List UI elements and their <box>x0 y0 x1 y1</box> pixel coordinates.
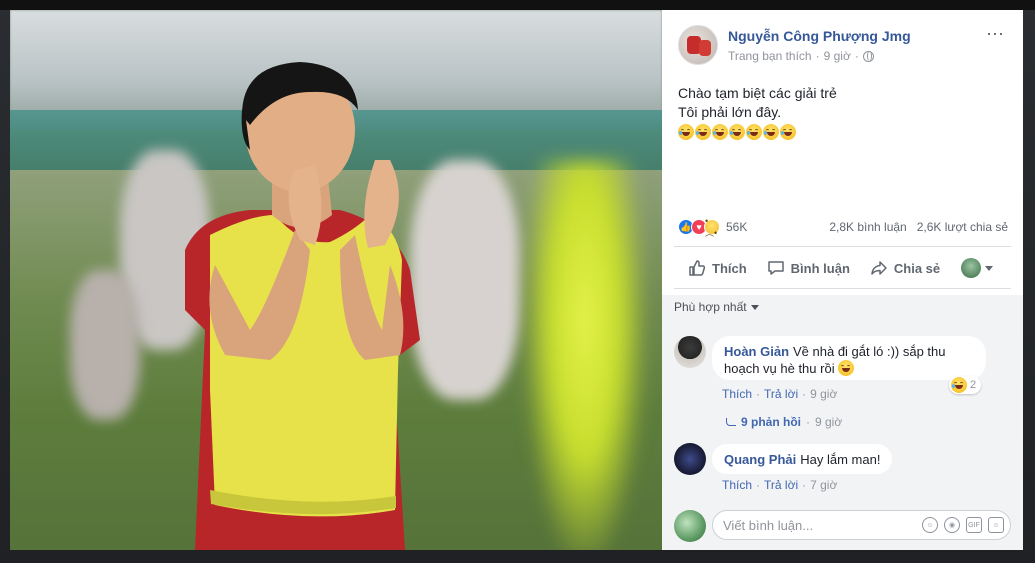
emoji-row <box>678 124 1008 140</box>
share-icon <box>871 261 887 275</box>
top-strip <box>0 0 1035 10</box>
comment-actions: Thích · Trả lời · 9 giờ <box>722 387 837 401</box>
reactions-summary[interactable]: 👍 ♥ •︵• 56K <box>678 216 747 238</box>
comment-actions: Thích · Trả lời · 7 giờ <box>722 478 837 492</box>
post-photo[interactable] <box>10 10 662 550</box>
laughing-tears-emoji-icon <box>780 124 796 140</box>
player-figure <box>185 62 420 550</box>
like-button[interactable]: Thích <box>688 259 747 277</box>
thumbs-up-icon <box>689 260 706 276</box>
share-button[interactable]: Chia sẻ <box>870 259 940 277</box>
comment-time[interactable]: 7 giờ <box>810 478 837 492</box>
laughing-tears-emoji-icon <box>729 124 745 140</box>
comment-sort[interactable]: Phù hợp nhất <box>674 300 759 314</box>
view-replies-link[interactable]: 9 phản hồi · 9 giờ <box>726 415 842 429</box>
stats-right: 2,8K bình luận 2,6K lượt chia sẻ <box>829 220 1008 234</box>
commenter-avatar[interactable] <box>674 336 706 368</box>
post-panel: Nguyễn Công Phượng Jmg Trang bạn thích ·… <box>662 10 1023 550</box>
comment-like-link[interactable]: Thích <box>722 387 752 401</box>
avatar-figure <box>699 40 711 56</box>
comment-reply-link[interactable]: Trả lời <box>764 387 798 401</box>
separator: · <box>802 387 807 401</box>
gif-icon[interactable]: GIF <box>966 517 982 533</box>
globe-icon[interactable] <box>862 50 874 62</box>
replies-label: 9 phản hồi <box>741 415 801 429</box>
comment-icon <box>767 261 784 275</box>
post-stats: 👍 ♥ •︵• 56K 2,8K bình luận 2,6K lượt chi… <box>678 216 1008 238</box>
like-label: Thích <box>712 260 747 276</box>
comment-bubble: Quang Phải Hay lắm man! <box>712 444 893 474</box>
divider <box>674 246 1011 247</box>
current-user-avatar <box>674 510 706 542</box>
laughing-tears-emoji-icon <box>695 124 711 140</box>
chevron-down-icon <box>750 304 759 310</box>
comment-button[interactable]: Bình luận <box>767 259 850 277</box>
meta-time[interactable]: 9 giờ <box>824 49 851 63</box>
grinning-emoji-icon <box>838 360 855 376</box>
post-text-line: Tôi phải lớn đây. <box>678 104 782 120</box>
post-actions: Thích Bình luận Chia sẻ <box>674 252 1011 284</box>
sticker-icon[interactable]: ☺ <box>988 517 1004 533</box>
laughing-tears-emoji-icon <box>678 124 694 140</box>
post-text: Chào tạm biệt các giải trẻ Tôi phải lớn … <box>678 84 1008 140</box>
camera-icon[interactable]: ◉ <box>944 517 960 533</box>
commenter-name[interactable]: Hoàn Giản <box>724 344 789 359</box>
laughing-tears-emoji-icon <box>712 124 728 140</box>
comment-text: Hay lắm man! <box>800 452 881 467</box>
comment-reaction-badge[interactable]: 2 <box>949 376 982 394</box>
replies-time: 9 giờ <box>815 415 843 429</box>
comment-time[interactable]: 9 giờ <box>810 387 837 401</box>
comment-input[interactable] <box>723 517 922 533</box>
comment-like-link[interactable]: Thích <box>722 478 752 492</box>
laughing-tears-emoji-icon <box>951 377 967 393</box>
comment-label: Bình luận <box>790 260 850 276</box>
sort-label: Phù hợp nhất <box>674 300 747 314</box>
commenter-name[interactable]: Quang Phải <box>724 452 796 467</box>
meta-separator: · <box>854 49 859 63</box>
separator: · <box>756 387 761 401</box>
chevron-down-icon <box>985 265 993 271</box>
comment-count[interactable]: 2,8K bình luận <box>829 220 906 234</box>
author-name[interactable]: Nguyễn Công Phượng Jmg <box>728 28 911 44</box>
meta-separator: · <box>815 49 820 63</box>
divider <box>674 288 1011 289</box>
viewer-avatar <box>961 258 981 278</box>
post-text-line: Chào tạm biệt các giải trẻ <box>678 85 837 101</box>
share-count[interactable]: 2,6K lượt chia sẻ <box>917 220 1008 234</box>
meta-page[interactable]: Trang bạn thích <box>728 49 812 63</box>
comment-composer: ☺ ◉ GIF ☺ <box>712 510 1011 540</box>
reply-arrow-icon <box>726 418 736 426</box>
viewer-selector[interactable] <box>961 258 993 278</box>
comment-bubble: Hoàn Giản Về nhà đi gắt ló :)) sắp thu ho… <box>712 336 986 380</box>
separator: · <box>756 478 761 492</box>
post-meta: Trang bạn thích · 9 giờ · <box>728 49 874 63</box>
reaction-count[interactable]: 56K <box>726 220 747 234</box>
more-options-icon[interactable]: ⋯ <box>986 24 1005 45</box>
separator: · <box>802 478 807 492</box>
laughing-tears-emoji-icon <box>763 124 779 140</box>
emoji-icon[interactable]: ☺ <box>922 517 938 533</box>
comment-text: Về nhà đi gắt ló :)) sắp thu <box>793 344 946 359</box>
share-label: Chia sẻ <box>893 260 941 276</box>
comment-reply-link[interactable]: Trả lời <box>764 478 798 492</box>
comment-text: hoạch vụ hè thu rồi <box>724 361 835 376</box>
sad-reaction-icon: •︵• <box>704 216 720 238</box>
separator: · <box>806 415 810 429</box>
post-header: Nguyễn Công Phượng Jmg Trang bạn thích ·… <box>662 10 1023 70</box>
comment-reaction-count: 2 <box>970 379 977 391</box>
author-avatar[interactable] <box>678 25 718 65</box>
laughing-tears-emoji-icon <box>746 124 762 140</box>
commenter-avatar[interactable] <box>674 443 706 475</box>
